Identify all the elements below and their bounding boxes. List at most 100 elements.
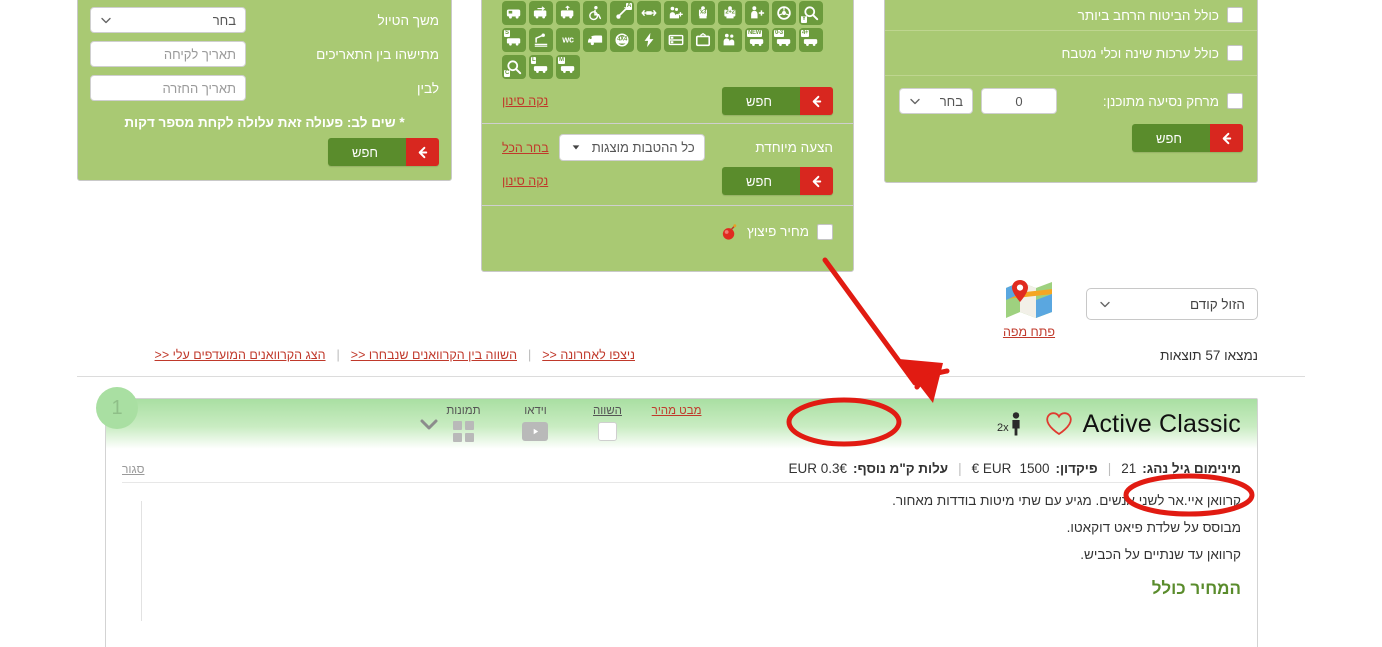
results-count: נמצאו 57 תוצאות (1160, 348, 1258, 363)
clear-filter-link-features[interactable]: נקה סינון (502, 94, 548, 108)
length-measure-icon[interactable] (637, 1, 661, 25)
annotation-arrow (822, 257, 950, 403)
caravan-0-3-icon-tag: 0-3 (774, 30, 784, 37)
product-card-body: מינימום גיל נהג: 21 | פיקדון: 1500 EUR €… (106, 449, 1257, 621)
bunk-beds-icon[interactable] (664, 28, 688, 52)
insurance-checkbox[interactable] (1227, 7, 1243, 23)
map-pin-icon (1006, 280, 1052, 322)
steering-wheel-icon[interactable] (772, 1, 796, 25)
label-date-to: לבין (417, 80, 439, 96)
new-vehicle-icon[interactable]: NEW (745, 28, 769, 52)
filter-row-trip-duration: משך הטיול בחר (78, 3, 451, 37)
caravan-plus4-icon[interactable]: +4 (799, 28, 823, 52)
select-all-link[interactable]: בחר הכל (502, 141, 549, 155)
pictures-tool[interactable]: תמונות (441, 405, 485, 442)
pickup-date-input[interactable] (90, 41, 246, 67)
trip-duration-select[interactable]: בחר (90, 7, 246, 33)
search-button-duration[interactable]: חפש (328, 138, 439, 166)
passengers-2plus2-icon-tag: 2+2 (724, 9, 736, 17)
feature-icon-grid: Ax3 2+2 Y Swc 4X4 NEW 0-3 +4 C L M (482, 0, 853, 81)
caravan-m-icon[interactable]: M (556, 55, 580, 79)
clear-filter-link-offers[interactable]: נקה סינון (502, 174, 548, 188)
tv-screen-icon[interactable] (691, 28, 715, 52)
search-button-duration-label: חפש (328, 138, 406, 166)
label-kitchen-kits: כולל ערכות שינה וכלי מטבח (1061, 45, 1219, 61)
filter-row-kits: כולל ערכות שינה וכלי מטבח (885, 31, 1257, 75)
quick-view-label: מבט מהיר (651, 405, 702, 417)
filter-row-date-from: מתישהו בין התאריכים (78, 37, 451, 71)
sort-order-select[interactable]: הזול קודם (1086, 288, 1258, 320)
automatic-transmission-icon[interactable]: A (610, 1, 634, 25)
wheelchair-accessible-icon[interactable] (583, 1, 607, 25)
product-card-tools: מבט מהיר השווה וידאו תמונות (441, 405, 701, 443)
video-tool[interactable]: וידאו (513, 405, 557, 441)
product-title: Active Classic (1082, 409, 1241, 438)
person-plus-icon[interactable] (745, 1, 769, 25)
search-button-inclusions[interactable]: חפש (1132, 124, 1243, 152)
distance-unit-value: בחר (939, 93, 963, 109)
compare-checkbox[interactable] (585, 421, 629, 441)
caravan-arrow-right-icon[interactable] (529, 1, 553, 25)
caravan-arrow-up-icon[interactable] (556, 1, 580, 25)
offers-select-value: כל ההטבות מוצגות (591, 140, 695, 155)
caravan-l-icon[interactable]: L (529, 55, 553, 79)
features-filter-panel: Ax3 2+2 Y Swc 4X4 NEW 0-3 +4 C L M חפש נקה סינון ה… (481, 0, 854, 272)
search-c-icon[interactable]: C (502, 55, 526, 79)
search-y-icon[interactable]: Y (799, 1, 823, 25)
distance-unit-select[interactable]: בחר (899, 88, 973, 114)
caret-down-icon (569, 142, 581, 154)
planned-distance-input[interactable] (981, 88, 1057, 114)
caravan-l-icon-tag: L (531, 57, 537, 64)
family-plus-icon[interactable] (664, 1, 688, 25)
crane-lift-icon[interactable] (529, 28, 553, 52)
product-description-line: קרוואן עד שנתיים על הכביש. (1080, 547, 1241, 563)
offers-select[interactable]: כל ההטבות מוצגות (558, 134, 705, 161)
chevron-down-icon (100, 14, 112, 26)
product-description-line: קרוואן איי.אר לשני אנשים. מגיע עם שתי מי… (892, 493, 1241, 508)
label-planned-distance: מרחק נסיעה מתוכנן: (1102, 93, 1219, 109)
wc-toilet-icon[interactable]: wc (556, 28, 580, 52)
passengers-x3-icon[interactable]: x3 (691, 1, 715, 25)
spec-separator: | (1107, 461, 1112, 476)
close-details-link[interactable]: סגור (122, 462, 144, 476)
deposit-value: 1500 (1019, 461, 1050, 476)
label-trip-duration: משך הטיול (377, 12, 440, 28)
open-map-label: פתח מפה (1002, 325, 1056, 339)
product-card-header: 1 Active Classic 2x מבט מהיר השווה וידאו… (96, 387, 1257, 449)
caravan-0-3-icon[interactable]: 0-3 (772, 28, 796, 52)
min-age-label: מינימום גיל נהג: (1142, 461, 1241, 476)
play-video-icon[interactable] (513, 421, 557, 441)
deposit-label: פיקדון: (1055, 461, 1098, 476)
links-separator: | (336, 348, 340, 362)
four-by-four-icon[interactable]: 4X4 (610, 28, 634, 52)
arrow-left-icon (800, 87, 833, 115)
camper-van-icon[interactable] (502, 1, 526, 25)
search-button-features-label: חפש (722, 87, 800, 115)
quick-view-tool[interactable]: מבט מהיר (651, 405, 702, 421)
compare-tool[interactable]: השווה (585, 405, 629, 441)
family-group-icon[interactable] (718, 28, 742, 52)
expand-collapse-chevron-icon[interactable] (417, 412, 441, 436)
passengers-x3-icon-tag: x3 (698, 9, 708, 17)
blast-price-checkbox[interactable] (817, 223, 833, 240)
search-button-offers[interactable]: חפש (722, 167, 833, 195)
planned-distance-checkbox[interactable] (1227, 93, 1243, 109)
recently-viewed-link[interactable]: ניצפו לאחרונה << (542, 348, 635, 362)
search-button-offers-label: חפש (722, 167, 800, 195)
search-button-features[interactable]: חפש (722, 87, 833, 115)
trip-duration-select-value: בחר (212, 12, 236, 28)
open-map-link[interactable]: פתח מפה (994, 278, 1064, 341)
horizontal-rule (77, 376, 1305, 377)
caravan-s-icon[interactable]: S (502, 28, 526, 52)
passengers-2plus2-icon[interactable]: 2+2 (718, 1, 742, 25)
teardrop-trailer-icon[interactable] (583, 28, 607, 52)
kitchen-kits-checkbox[interactable] (1227, 45, 1243, 61)
compare-selected-link[interactable]: השווה בין הקרוואנים שנבחרו << (351, 348, 517, 362)
return-date-input[interactable] (90, 75, 246, 101)
show-favourites-link[interactable]: הצג הקרוואנים המועדפים עלי << (155, 348, 326, 362)
deposit-currency: EUR € (971, 461, 1012, 476)
favourite-heart-icon[interactable] (1045, 411, 1073, 437)
pictures-label: תמונות (446, 405, 481, 417)
electric-power-icon[interactable] (637, 28, 661, 52)
gallery-grid-icon[interactable] (441, 420, 485, 442)
